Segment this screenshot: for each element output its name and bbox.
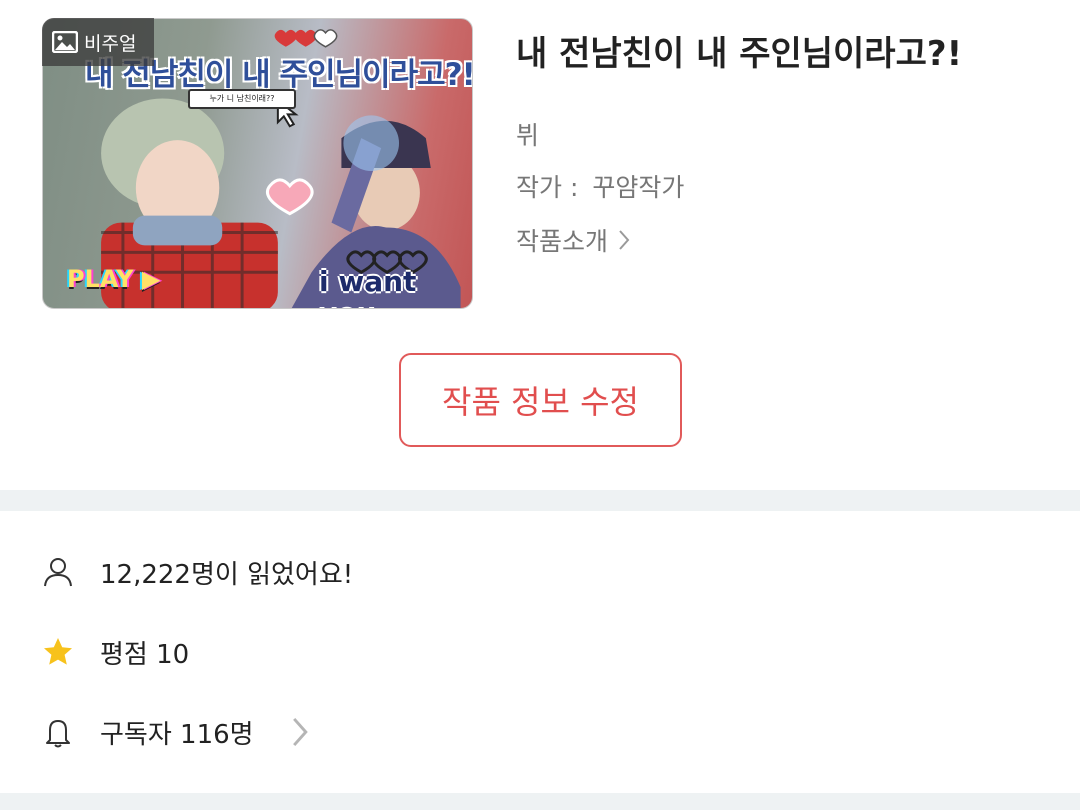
chevron-right-icon [619,230,630,250]
work-title: 내 전남친이 내 주인님이라고?! [516,34,963,74]
section-divider [0,490,1080,511]
subscriber-text: 구독자 116명 [100,719,254,750]
author-label: 작가 : [516,173,579,202]
visual-badge-label: 비주얼 [84,32,137,55]
person-icon [44,558,72,587]
author-name[interactable]: 꾸얌작가 [592,168,684,204]
visual-badge: 비주얼 [42,18,154,66]
rating-text: 평점 10 [100,639,190,670]
cover-want-text: i want you [319,265,417,308]
work-header: 내 전남친이 내 주인님이라고?! 누가 니 남친이래?? PLAY ▶ i w… [0,0,1080,490]
work-intro-link[interactable]: 작품소개 [516,222,630,258]
chevron-right-icon [292,717,308,747]
image-icon [52,31,78,53]
read-count-row: 12,222명이 읽었어요! [42,552,353,592]
work-intro-label: 작품소개 [516,227,609,256]
read-count-text: 12,222명이 읽었어요! [100,559,354,590]
work-genre: 뷔 [516,121,540,150]
rating-row: 평점 10 [42,632,189,672]
cover-speech-bubble: 누가 니 남친이래?? [188,89,296,109]
cover-play-text: PLAY ▶ [67,265,161,293]
bell-icon [46,720,70,748]
star-icon [44,638,72,665]
subscriber-row[interactable]: 구독자 116명 [42,712,316,752]
edit-work-info-button[interactable]: 작품 정보 수정 [399,353,682,447]
novel-detail-page: 내 전남친이 내 주인님이라고?! 누가 니 남친이래?? PLAY ▶ i w… [0,0,1080,810]
author-row[interactable]: 작가 : 꾸얌작가 [516,168,684,204]
section-divider [0,793,1080,810]
